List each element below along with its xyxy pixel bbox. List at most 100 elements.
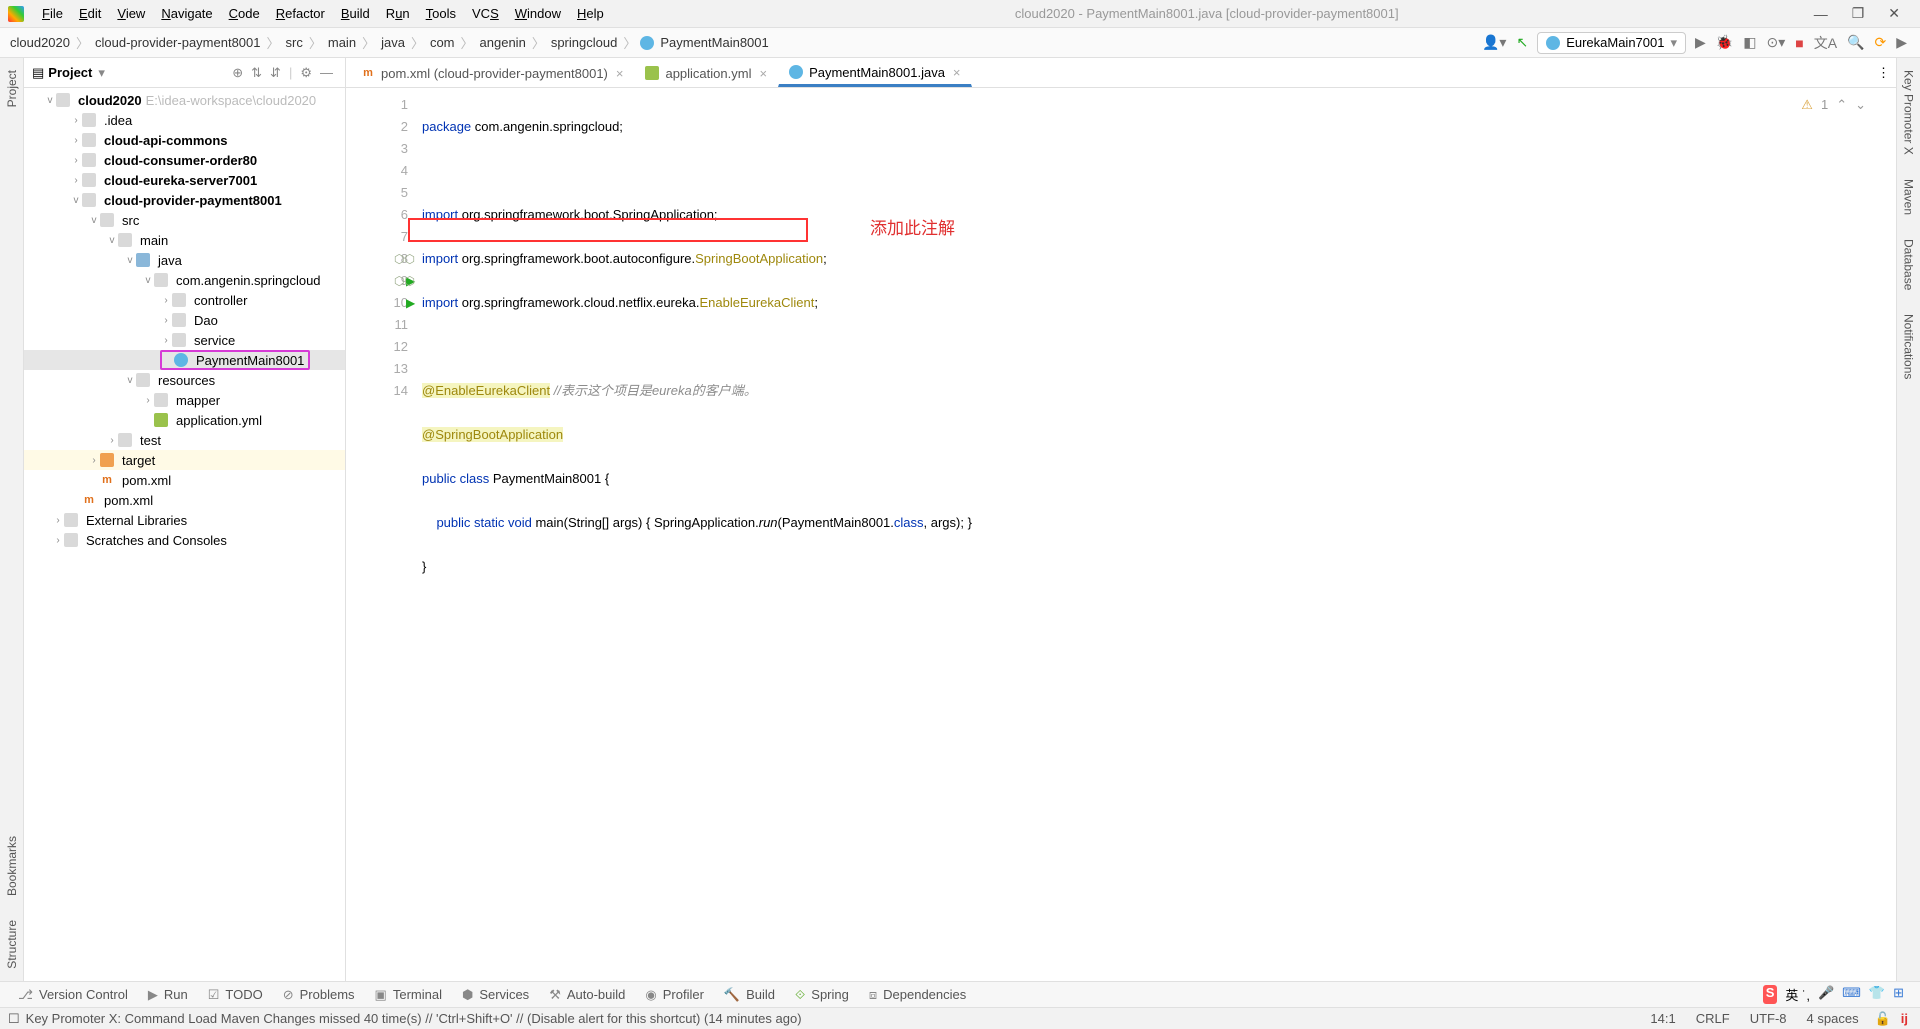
tree-root[interactable]: v cloud2020 E:\idea-workspace\cloud2020	[24, 90, 345, 110]
tree-item[interactable]: vcloud-provider-payment8001	[24, 190, 345, 210]
tab-pom[interactable]: mpom.xml (cloud-provider-payment8001)×	[350, 59, 634, 87]
tool-run[interactable]: ▶Run	[138, 987, 198, 1003]
close-button[interactable]: ✕	[1876, 5, 1912, 22]
tree-item[interactable]: mpom.xml	[24, 470, 345, 490]
toolstrip-project[interactable]: Project	[3, 58, 21, 119]
run-button[interactable]: ▶	[1690, 34, 1711, 51]
menu-edit[interactable]: Edit	[71, 4, 109, 23]
toolstrip-keypromoter[interactable]: Key Promoter X	[1900, 58, 1918, 167]
tool-spring[interactable]: ⟐Spring	[785, 987, 859, 1003]
shirt-icon[interactable]: 👕	[1869, 985, 1885, 1004]
tree-item[interactable]: ›External Libraries	[24, 510, 345, 530]
tree-item[interactable]: mpom.xml	[24, 490, 345, 510]
tool-build[interactable]: 🔨Build	[714, 987, 785, 1003]
crumb-0[interactable]: cloud2020	[8, 35, 72, 50]
run-config-select[interactable]: EurekaMain7001 ▾	[1537, 32, 1686, 54]
menu-window[interactable]: Window	[507, 4, 569, 23]
tree-item[interactable]: vresources	[24, 370, 345, 390]
stop-button[interactable]: ■	[1790, 35, 1808, 51]
tree-item[interactable]: vsrc	[24, 210, 345, 230]
code-area[interactable]: 1234567 891011121314 ⬡⬡ ▶ ⬡⬡ ▶ package c…	[346, 88, 1896, 981]
tree-item[interactable]: application.yml	[24, 410, 345, 430]
caret-pos[interactable]: 14:1	[1640, 1011, 1685, 1026]
crumb-6[interactable]: angenin	[478, 35, 528, 50]
menu-file[interactable]: File	[34, 4, 71, 23]
tree-item[interactable]: ›service	[24, 330, 345, 350]
mic-icon[interactable]: 🎤	[1818, 985, 1834, 1004]
grid-icon[interactable]: ⊞	[1893, 985, 1904, 1004]
ime-icon[interactable]: S	[1763, 985, 1778, 1004]
tree-item[interactable]: ›controller	[24, 290, 345, 310]
menu-code[interactable]: Code	[221, 4, 268, 23]
close-icon[interactable]: ×	[616, 66, 624, 81]
expand-icon[interactable]: ⇅	[247, 65, 266, 81]
tree-item[interactable]: ›mapper	[24, 390, 345, 410]
inspection-widget[interactable]: ⚠1⌃⌄	[1801, 94, 1866, 116]
tree-item[interactable]: vcom.angenin.springcloud	[24, 270, 345, 290]
menu-vcs[interactable]: VCS	[464, 4, 507, 23]
tool-vcs[interactable]: ⎇Version Control	[8, 987, 138, 1003]
tool-todo[interactable]: ☑TODO	[198, 987, 273, 1003]
tool-problems[interactable]: ⊘Problems	[273, 987, 365, 1003]
breadcrumb[interactable]: cloud2020〉 cloud-provider-payment8001〉 s…	[8, 33, 771, 52]
tree-item[interactable]: PaymentMain8001	[24, 350, 345, 370]
tool-deps[interactable]: ⧈Dependencies	[859, 987, 976, 1003]
close-icon[interactable]: ×	[953, 65, 961, 80]
tab-java[interactable]: PaymentMain8001.java×	[778, 59, 971, 87]
collapse-icon[interactable]: ⇵	[266, 65, 285, 81]
crumb-4[interactable]: java	[379, 35, 407, 50]
menu-navigate[interactable]: Navigate	[153, 4, 220, 23]
toolstrip-notifications[interactable]: Notifications	[1900, 302, 1918, 391]
settings-icon[interactable]: ⚙	[296, 65, 316, 81]
tool-services[interactable]: ⬢Services	[452, 987, 539, 1003]
translate-icon[interactable]: 文A	[1809, 33, 1842, 53]
menu-run[interactable]: Run	[378, 4, 418, 23]
brand-icon[interactable]: ij	[1897, 1011, 1912, 1026]
tree-item[interactable]: ›cloud-consumer-order80	[24, 150, 345, 170]
toolstrip-maven[interactable]: Maven	[1900, 167, 1918, 227]
menu-help[interactable]: Help	[569, 4, 612, 23]
toolstrip-database[interactable]: Database	[1900, 227, 1918, 302]
tool-autobuild[interactable]: ⚒Auto-build	[539, 987, 635, 1003]
back-icon[interactable]: ↖	[1511, 34, 1533, 51]
crumb-3[interactable]: main	[326, 35, 358, 50]
crumb-1[interactable]: cloud-provider-payment8001	[93, 35, 262, 50]
crumb-7[interactable]: springcloud	[549, 35, 620, 50]
project-tree[interactable]: v cloud2020 E:\idea-workspace\cloud2020 …	[24, 88, 345, 981]
sync-icon[interactable]: ⟳	[1869, 34, 1891, 51]
code-content[interactable]: package com.angenin.springcloud; import …	[418, 88, 1896, 981]
tree-item[interactable]: ›Scratches and Consoles	[24, 530, 345, 550]
tool-terminal[interactable]: ▣Terminal	[365, 987, 452, 1003]
lock-icon[interactable]: 🔓	[1869, 1011, 1897, 1027]
close-icon[interactable]: ×	[759, 66, 767, 81]
lang-badge[interactable]: 英 ˙,	[1785, 985, 1810, 1004]
tree-item[interactable]: vmain	[24, 230, 345, 250]
maximize-button[interactable]: ❐	[1840, 5, 1877, 22]
minimize-button[interactable]: —	[1802, 6, 1840, 22]
profile-button[interactable]: ⊙▾	[1761, 34, 1790, 51]
menu-refactor[interactable]: Refactor	[268, 4, 333, 23]
run2-icon[interactable]: ▶	[1891, 34, 1912, 51]
tree-item[interactable]: ›test	[24, 430, 345, 450]
tree-item[interactable]: vjava	[24, 250, 345, 270]
crumb-5[interactable]: com	[428, 35, 457, 50]
menu-tools[interactable]: Tools	[418, 4, 464, 23]
toolstrip-structure[interactable]: Structure	[3, 908, 21, 981]
toolstrip-bookmarks[interactable]: Bookmarks	[3, 824, 21, 908]
crumb-2[interactable]: src	[284, 35, 305, 50]
line-sep[interactable]: CRLF	[1686, 1011, 1740, 1026]
tree-item[interactable]: ›.idea	[24, 110, 345, 130]
debug-button[interactable]: 🐞	[1711, 34, 1738, 51]
tab-more-icon[interactable]: ⋮	[1871, 59, 1896, 87]
tree-item[interactable]: ›cloud-api-commons	[24, 130, 345, 150]
locate-icon[interactable]: ⊕	[228, 65, 247, 81]
search-icon[interactable]: 🔍	[1842, 34, 1869, 51]
menu-view[interactable]: View	[109, 4, 153, 23]
tree-item[interactable]: ›Dao	[24, 310, 345, 330]
tool-profiler[interactable]: ◉Profiler	[635, 987, 714, 1003]
coverage-button[interactable]: ◧	[1738, 34, 1761, 51]
tree-item[interactable]: ›target	[24, 450, 345, 470]
crumb-8[interactable]: PaymentMain8001	[658, 35, 770, 50]
menu-build[interactable]: Build	[333, 4, 378, 23]
charset[interactable]: UTF-8	[1740, 1011, 1797, 1026]
